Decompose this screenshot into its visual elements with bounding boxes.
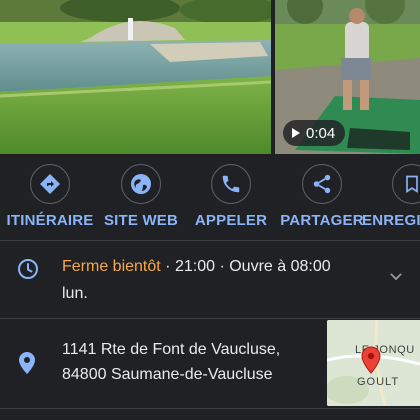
- address-street: 1141 Rte de Font de Vaucluse,: [62, 341, 281, 358]
- bookmark-icon: [392, 164, 420, 204]
- directions-icon: [30, 164, 70, 204]
- website-label: SITE WEB: [103, 212, 179, 229]
- hours-summary: Ferme bientôt · 21:00 · Ouvre à 08:00: [62, 258, 331, 276]
- call-label: APPELER: [194, 212, 268, 229]
- opening-hours-row[interactable]: Ferme bientôt · 21:00 · Ouvre à 08:00 lu…: [0, 241, 420, 318]
- mini-map[interactable]: LE JONQU GOULT: [327, 320, 420, 406]
- directions-label: ITINÉRAIRE: [6, 212, 94, 229]
- next-open-day: lun.: [62, 285, 88, 302]
- call-button[interactable]: APPELER: [181, 164, 281, 229]
- globe-icon: [121, 164, 161, 204]
- clock-icon: [16, 257, 40, 286]
- video-duration: 0:04: [306, 124, 336, 142]
- map-pin-icon: [361, 346, 381, 379]
- location-pin-icon: [18, 351, 36, 380]
- share-label: PARTAGER: [280, 212, 364, 229]
- hours-status: Ferme bientôt: [62, 258, 161, 275]
- address-city: 84800 Saumane-de-Vaucluse: [62, 366, 273, 383]
- next-section: [0, 409, 420, 420]
- next-open: Ouvre à 08:00: [229, 258, 331, 275]
- golf-course-photo[interactable]: [0, 0, 271, 154]
- separator: ·: [219, 258, 225, 275]
- play-icon: [292, 128, 300, 138]
- share-icon: [302, 164, 342, 204]
- action-row: ITINÉRAIRE SITE WEB APPELER PARTAGER ENR…: [0, 154, 420, 240]
- separator: ·: [165, 258, 171, 275]
- photo-strip: 0:04: [0, 0, 420, 154]
- chevron-down-icon[interactable]: [388, 269, 404, 290]
- video-duration-badge[interactable]: 0:04: [283, 120, 346, 146]
- share-button[interactable]: PARTAGER: [272, 164, 372, 229]
- save-button[interactable]: ENREGISTRER: [362, 164, 420, 229]
- closing-time: 21:00: [174, 258, 215, 275]
- website-button[interactable]: SITE WEB: [91, 164, 191, 229]
- map-label-bottom: GOULT: [357, 376, 400, 388]
- directions-button[interactable]: ITINÉRAIRE: [0, 164, 100, 229]
- save-label: ENREGISTRER: [362, 212, 420, 229]
- phone-icon: [211, 164, 251, 204]
